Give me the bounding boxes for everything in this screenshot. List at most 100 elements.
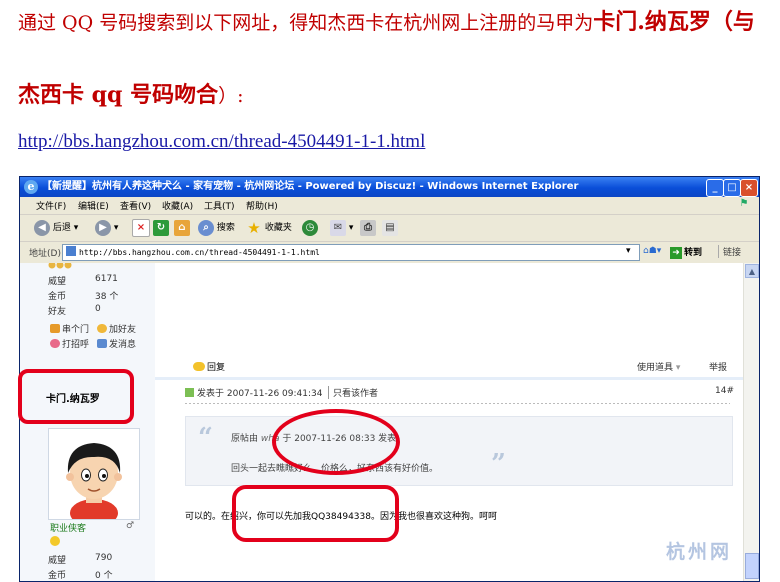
print-icon: ⎙: [360, 219, 376, 236]
refresh-icon: ↻: [153, 219, 169, 236]
close-button[interactable]: ×: [740, 179, 758, 197]
quote-close-icon: ”: [491, 449, 506, 479]
menu-help[interactable]: 帮助(H): [246, 199, 278, 212]
security-icon: ⌂☗▾: [643, 246, 662, 256]
go-label: 转到: [684, 248, 703, 258]
avatar-cartoon-icon: [49, 429, 139, 527]
vertical-scrollbar[interactable]: ▲: [743, 263, 759, 581]
ie-logo-icon: e: [24, 180, 38, 194]
quote-open-icon: “: [198, 423, 213, 453]
stat-prestige-2-value: 790: [95, 553, 113, 563]
menu-bar: 文件(F) 编辑(E) 查看(V) 收藏(A) 工具(T) 帮助(H): [20, 197, 759, 215]
mail-button[interactable]: ✉ ▾: [330, 219, 353, 237]
windows-flag-icon: ⚑: [739, 198, 749, 209]
greet-icon: [50, 339, 60, 348]
menu-tools[interactable]: 工具(T): [204, 199, 235, 212]
post-header-line: [185, 403, 730, 404]
dropdown-arrow-icon: ▾: [675, 363, 681, 373]
search-icon: ⌕: [198, 219, 214, 236]
forward-button[interactable]: ▶ ▾: [95, 219, 118, 237]
stat-gold-2: 金币 0 个: [48, 568, 113, 581]
quote-block: “ 原帖由 wha 于 2007-11-26 08:33 发表 回头一起去瞧瞧好…: [185, 416, 733, 486]
doc-line-1: 通过 QQ 号码搜索到以下网址，得知杰西卡在杭州网上注册的马甲为卡门.纳瓦罗（与: [18, 8, 778, 37]
doc-line-2-highlight: 杰西卡 qq 号码吻合: [18, 82, 219, 108]
stat-prestige-2: 威望 790: [48, 553, 112, 566]
stat-prestige-value: 6171: [95, 274, 118, 284]
menu-edit[interactable]: 编辑(E): [78, 199, 109, 212]
visit-label: 串个门: [62, 325, 90, 335]
message-icon: [97, 339, 107, 348]
reply-button[interactable]: 回复: [193, 360, 225, 373]
menu-view[interactable]: 查看(V): [120, 199, 151, 212]
post-divider: [155, 377, 743, 380]
menu-favorites[interactable]: 收藏(A): [162, 199, 193, 212]
history-icon: ◷: [302, 219, 318, 236]
favorites-label: 收藏夹: [264, 223, 292, 233]
history-button[interactable]: ◷: [302, 219, 318, 237]
print-button[interactable]: ⎙: [360, 219, 376, 237]
address-url: http://bbs.hangzhou.com.cn/thread-450449…: [79, 248, 320, 257]
go-arrow-icon: ➜: [670, 247, 682, 259]
doc-line-1-highlight: 卡门.纳瓦罗（与: [593, 9, 755, 35]
report-link[interactable]: 举报: [709, 360, 727, 373]
edit-page-button[interactable]: ▤: [382, 219, 398, 237]
post-header: 发表于 2007-11-26 09:41:34 只看该作者 14#: [155, 381, 743, 405]
stat-friends: 好友 0: [48, 304, 101, 317]
quote-prefix: 原帖由: [231, 434, 259, 444]
highlight-ring-quote-time: [272, 409, 400, 475]
doc-url-link[interactable]: http://bbs.hangzhou.com.cn/thread-450449…: [18, 131, 425, 153]
gender-icon: ♂: [126, 521, 135, 531]
stat-gold-label: 金币: [48, 292, 67, 302]
greet-link[interactable]: 打招呼: [50, 337, 89, 350]
mail-icon: ✉: [330, 219, 346, 236]
edit-page-icon: ▤: [382, 219, 398, 236]
favorites-button[interactable]: ★ 收藏夹: [246, 219, 292, 237]
post-floor: 14#: [715, 386, 734, 396]
only-author-link[interactable]: 只看该作者: [328, 386, 378, 399]
post-status-icon: [185, 388, 194, 397]
reply-label: 回复: [207, 363, 226, 373]
add-friend-label: 加好友: [109, 325, 137, 335]
doc-line-2: 杰西卡 qq 号码吻合）:: [18, 80, 244, 111]
add-friend-link[interactable]: 加好友: [97, 322, 136, 335]
address-label: 地址(D): [29, 249, 61, 259]
message-link[interactable]: 发消息: [97, 337, 136, 350]
home-button[interactable]: ⌂: [174, 219, 190, 237]
refresh-button[interactable]: ↻: [153, 219, 169, 237]
stat-prestige: 威望 6171: [48, 274, 118, 287]
stat-prestige-2-label: 威望: [48, 556, 67, 566]
stat-friends-label: 好友: [48, 307, 67, 317]
title-bar: e 【新提醒】杭州有人养这种犬么 - 家有宠物 - 杭州网论坛 - Powere…: [20, 177, 759, 197]
address-bar: 地址(D) http://bbs.hangzhou.com.cn/thread-…: [20, 242, 759, 262]
post-time: 发表于 2007-11-26 09:41:34: [185, 386, 322, 399]
stat-friends-value: 0: [95, 304, 101, 314]
add-friend-icon: [97, 324, 107, 333]
menu-file[interactable]: 文件(F): [36, 199, 66, 212]
smiley-icon: [50, 536, 60, 546]
visit-link[interactable]: 串个门: [50, 322, 89, 335]
star-icon: ★: [247, 218, 261, 237]
maximize-button[interactable]: □: [723, 179, 741, 197]
watermark: 杭州网: [666, 541, 733, 563]
avatar[interactable]: [48, 428, 140, 527]
stop-icon: ×: [132, 219, 150, 237]
search-label: 搜索: [216, 223, 235, 233]
search-button[interactable]: ⌕ 搜索: [198, 219, 235, 237]
address-input[interactable]: http://bbs.hangzhou.com.cn/thread-450449…: [62, 244, 640, 261]
scroll-up-icon[interactable]: ▲: [745, 264, 759, 278]
back-button[interactable]: ◀ 后退 ▾: [34, 219, 78, 237]
stop-button[interactable]: ×: [132, 219, 150, 237]
scroll-thumb[interactable]: [745, 553, 759, 579]
back-arrow-icon: ◀: [34, 219, 50, 236]
use-tools-menu[interactable]: 使用道具 ▾: [637, 360, 680, 373]
address-dropdown-icon[interactable]: ▾: [626, 246, 631, 256]
doc-line-1-prefix: 通过 QQ 号码搜索到以下网址，得知杰西卡在杭州网上注册的马甲为: [18, 12, 594, 34]
page-icon: [66, 246, 76, 256]
stat-gold-2-value: 0 个: [95, 571, 113, 581]
highlight-ring-username: [18, 369, 134, 424]
back-label: 后退: [52, 223, 71, 233]
links-label[interactable]: 链接: [718, 245, 741, 258]
message-label: 发消息: [109, 340, 137, 350]
minimize-button[interactable]: _: [706, 179, 724, 197]
go-button[interactable]: ➜ 转到: [670, 245, 702, 259]
